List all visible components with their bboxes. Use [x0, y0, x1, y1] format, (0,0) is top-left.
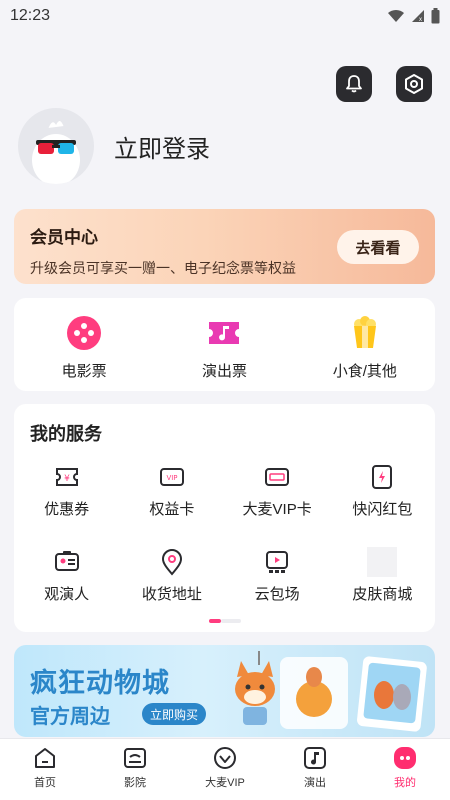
- battery-icon: [431, 8, 440, 24]
- settings-button[interactable]: [396, 66, 432, 102]
- status-bar: 12:23 x: [0, 0, 450, 32]
- zootopia-card-image: [357, 656, 427, 732]
- profile-icon: [394, 747, 416, 769]
- tab-label: 大麦VIP: [205, 777, 245, 789]
- keychain-card-image: [280, 657, 348, 729]
- popcorn-icon: [353, 316, 376, 348]
- home-icon: [35, 748, 55, 768]
- pager-dot: [221, 619, 241, 623]
- pager-dot-active: [209, 619, 221, 623]
- status-time: 12:23: [10, 7, 51, 24]
- ticket-label: 电影票: [61, 363, 107, 380]
- service-cloud-screening[interactable]: 云包场: [225, 547, 330, 604]
- service-label: 收货地址: [141, 586, 202, 603]
- wifi-icon: [388, 9, 404, 22]
- location-pin-icon: [161, 549, 182, 576]
- service-damai-vip[interactable]: 大麦VIP卡: [225, 462, 330, 519]
- gear-icon: [405, 74, 423, 94]
- services-grid: ¥ 优惠券 VIP 权益卡 大麦VIP卡 快闪红包 观演人 收货地址 云包场 皮…: [14, 462, 435, 604]
- avatar[interactable]: [18, 108, 94, 184]
- coupon-icon: ¥: [55, 468, 78, 486]
- bell-icon: [346, 75, 362, 93]
- flash-redpacket-icon: [372, 465, 393, 489]
- service-flash-redpacket[interactable]: 快闪红包: [330, 462, 435, 519]
- tab-label: 我的: [394, 777, 416, 789]
- service-audience[interactable]: 观演人: [14, 547, 119, 604]
- skin-shop-icon: [367, 547, 398, 577]
- vip-heart-icon: [214, 747, 236, 769]
- service-label: 观演人: [44, 586, 90, 603]
- member-center-card[interactable]: 会员中心 升级会员可享买一赠一、电子纪念票等权益 去看看: [14, 209, 435, 284]
- svg-text:x: x: [419, 17, 422, 23]
- service-skin-shop[interactable]: 皮肤商城: [330, 547, 435, 604]
- ticket-label: 小食/其他: [332, 363, 397, 380]
- vip-card-icon: VIP: [159, 468, 184, 486]
- banner-buy-button[interactable]: 立即购买: [142, 703, 207, 725]
- tickets-card: 电影票 演出票 小食/其他: [14, 298, 435, 391]
- service-label: 大麦VIP卡: [242, 501, 312, 518]
- music-note-icon: [304, 747, 326, 769]
- ticket-snack[interactable]: 小食/其他: [295, 298, 435, 391]
- service-label: 快闪红包: [352, 501, 413, 518]
- service-coupon[interactable]: ¥ 优惠券: [14, 462, 119, 519]
- status-icons: x: [387, 8, 440, 24]
- signal-icon: x: [412, 10, 424, 23]
- cinema-icon: [124, 748, 146, 768]
- bottom-tabbar: 首页 影院 大麦VIP 演出 我的: [0, 738, 450, 800]
- services-pager: [209, 619, 241, 623]
- service-label: 皮肤商城: [352, 586, 413, 603]
- service-address[interactable]: 收货地址: [119, 547, 224, 604]
- movie-reel-icon: [67, 316, 102, 350]
- service-label: 优惠券: [44, 501, 90, 518]
- id-card-icon: [54, 551, 79, 571]
- ticket-movie[interactable]: 电影票: [14, 298, 154, 391]
- tab-home[interactable]: 首页: [0, 739, 90, 800]
- banner-main-text: 疯狂动物城: [30, 668, 170, 698]
- tab-damai-vip[interactable]: 大麦VIP: [180, 739, 270, 800]
- music-ticket-icon: [209, 322, 240, 344]
- svg-text:VIP: VIP: [166, 474, 177, 482]
- tab-mine[interactable]: 我的: [360, 739, 450, 800]
- tab-label: 影院: [124, 777, 146, 789]
- top-actions: [336, 66, 432, 102]
- tab-cinema[interactable]: 影院: [90, 739, 180, 800]
- ghost-3d-glasses-avatar-icon: [32, 120, 80, 184]
- services-title: 我的服务: [30, 424, 102, 444]
- ticket-label: 演出票: [201, 363, 247, 380]
- service-vip-card[interactable]: VIP 权益卡: [119, 462, 224, 519]
- banner-sub-text: 官方周边: [30, 706, 110, 728]
- promo-banner[interactable]: 疯狂动物城 官方周边 立即购买: [14, 645, 435, 737]
- tab-show[interactable]: 演出: [270, 739, 360, 800]
- tab-label: 首页: [34, 777, 56, 789]
- profile-header[interactable]: 立即登录: [18, 108, 210, 184]
- notification-button[interactable]: [336, 66, 372, 102]
- service-label: 权益卡: [149, 501, 195, 518]
- member-center-button[interactable]: 去看看: [337, 230, 419, 264]
- svg-text:¥: ¥: [64, 474, 70, 484]
- tab-label: 演出: [304, 777, 326, 789]
- ticket-show[interactable]: 演出票: [154, 298, 294, 391]
- services-card: 我的服务 ¥ 优惠券 VIP 权益卡 大麦VIP卡 快闪红包 观演人 收货地址 …: [14, 404, 435, 632]
- login-link[interactable]: 立即登录: [114, 129, 210, 164]
- cloud-screening-icon: [266, 551, 289, 573]
- service-label: 云包场: [254, 586, 300, 603]
- damai-card-icon: [265, 468, 290, 486]
